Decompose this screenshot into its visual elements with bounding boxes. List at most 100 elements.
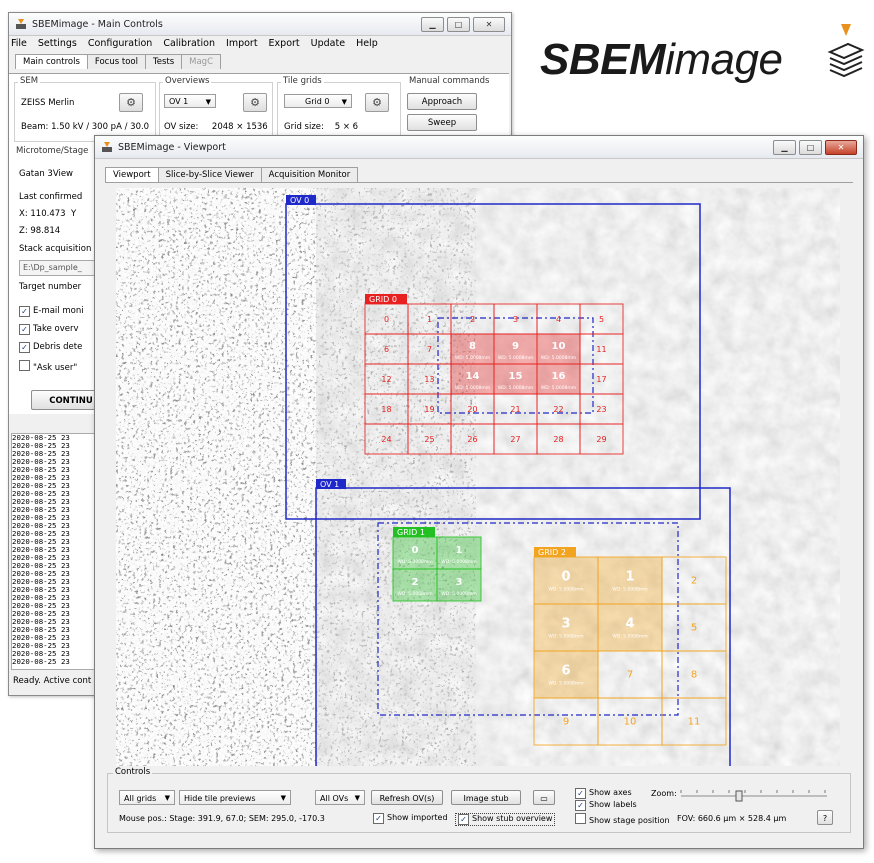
measure-ruler-icon[interactable]: ▭ xyxy=(533,790,555,805)
grid0-tile-number-6: 6 xyxy=(384,345,389,354)
grids-filter-select[interactable]: All grids xyxy=(119,790,175,806)
ovs-filter-select[interactable]: All OVs xyxy=(315,790,365,806)
grid0-tile-number-10: 10 xyxy=(552,341,566,352)
menu-configuration[interactable]: Configuration xyxy=(88,38,152,49)
image-stub-button[interactable]: Image stub xyxy=(451,790,521,805)
show-stage-position-checkbox[interactable]: Show stage position xyxy=(575,813,670,825)
ov-1-label: OV 1 xyxy=(320,480,339,489)
grid-2-label: GRID 2 xyxy=(538,548,566,557)
grid0-tile-number-29: 29 xyxy=(596,435,606,444)
sbemimage-logo: SBEMimage xyxy=(540,35,783,85)
grid2-tile-number-10: 10 xyxy=(624,717,637,728)
checkbox-email-monitoring[interactable]: ✓ E-mail moni xyxy=(19,306,84,317)
show-axes-checkbox[interactable]: ✓ Show axes xyxy=(575,788,632,799)
grid0-tile-number-12: 12 xyxy=(381,375,391,384)
tab-viewport[interactable]: Viewport xyxy=(105,167,159,182)
vp-maximize-button[interactable]: □ xyxy=(799,140,822,155)
sweep-button[interactable]: Sweep xyxy=(407,114,477,131)
grid2-tile-wd-1: WD: 5.0008mm xyxy=(612,587,647,593)
grid0-tile-number-9: 9 xyxy=(512,341,519,352)
menu-settings[interactable]: Settings xyxy=(38,38,77,49)
grid0-tile-wd-9: WD: 5.0008mm xyxy=(498,355,533,361)
vp-close-button[interactable]: ✕ xyxy=(825,140,857,155)
checkbox-debris-detection[interactable]: ✓ Debris dete xyxy=(19,342,82,353)
viewport-app-icon xyxy=(101,141,113,153)
checkbox-3-box[interactable] xyxy=(19,360,30,371)
ov-settings-gear-icon[interactable]: ⚙ xyxy=(243,93,267,112)
show-stub-overview-label: Show stub overview xyxy=(472,814,553,823)
ov-select[interactable]: OV 1 xyxy=(164,94,216,109)
tab-magc[interactable]: MagC xyxy=(181,54,222,69)
controls-title: Controls xyxy=(113,767,153,777)
show-imported-box[interactable]: ✓ xyxy=(373,813,384,824)
grid2-tile-number-11: 11 xyxy=(688,717,701,728)
grid1-tile-number-1: 1 xyxy=(456,545,463,556)
grid1-tile-wd-2: WD: 5.0008mm xyxy=(397,591,432,597)
checkbox-1-box[interactable]: ✓ xyxy=(19,324,30,335)
show-stub-overview-box[interactable]: ✓ xyxy=(458,814,469,825)
grid-0-label: GRID 0 xyxy=(369,295,397,304)
grid0-tile-wd-8: WD: 5.0008mm xyxy=(455,355,490,361)
tab-tests[interactable]: Tests xyxy=(144,54,183,69)
target-number-label: Target number xyxy=(19,282,82,292)
menu-calibration[interactable]: Calibration xyxy=(163,38,215,49)
menu-help[interactable]: Help xyxy=(356,38,378,49)
menu-import[interactable]: Import xyxy=(226,38,258,49)
grid0-tile-number-5: 5 xyxy=(599,315,604,324)
sem-settings-gear-icon[interactable]: ⚙ xyxy=(119,93,143,112)
grid0-tile-number-8: 8 xyxy=(469,341,476,352)
zoom-slider[interactable] xyxy=(679,788,829,802)
stage-z: Z: 98.814 xyxy=(19,226,61,236)
mouse-position-readout: Mouse pos.: Stage: 391.9, 67.0; SEM: 295… xyxy=(119,814,325,823)
approach-button[interactable]: Approach xyxy=(407,93,477,110)
tab-focus-tool[interactable]: Focus tool xyxy=(86,54,146,69)
menu-update[interactable]: Update xyxy=(311,38,345,49)
checkbox-1-label: Take overv xyxy=(33,324,79,334)
maximize-button[interactable]: □ xyxy=(447,17,470,32)
show-labels-checkbox[interactable]: ✓ Show labels xyxy=(575,800,637,811)
grid0-tile-number-28: 28 xyxy=(553,435,563,444)
stack-path-input[interactable]: E:\Dp_sample_ xyxy=(19,260,104,276)
tab-slice-by-slice[interactable]: Slice-by-Slice Viewer xyxy=(157,167,262,182)
vp-minimize-button[interactable]: ▁ xyxy=(773,140,796,155)
grid0-tile-number-11: 11 xyxy=(596,345,606,354)
grid-size-label: Grid size: xyxy=(284,122,324,132)
grid2-tile-wd-4: WD: 5.0008mm xyxy=(612,634,647,640)
viewport-titlebar: SBEMimage - Viewport ▁ □ ✕ xyxy=(95,136,863,159)
tab-main-controls[interactable]: Main controls xyxy=(15,54,88,69)
show-stage-position-box[interactable] xyxy=(575,813,586,824)
show-labels-box[interactable]: ✓ xyxy=(575,800,586,811)
grid2-tile-number-1: 1 xyxy=(625,570,634,585)
logo-italic-text: image xyxy=(665,35,783,84)
checkbox-ask-user[interactable]: "Ask user" xyxy=(19,360,77,373)
tab-divider xyxy=(105,182,853,183)
viewport-canvas[interactable]: OV 0 OV 1 0 1 2 3 4 5 6 7 8 WD: 5.0008mm 9 WD: 5.0008… xyxy=(116,188,840,766)
menu-export[interactable]: Export xyxy=(269,38,300,49)
grid-select[interactable]: Grid 0 xyxy=(284,94,352,109)
grid2-tile-number-3: 3 xyxy=(561,617,570,632)
viewport-image[interactable]: OV 0OV 10 1 2 3 4 56 7 8WD: 5.0008mm9WD: 5.0008… xyxy=(116,188,840,766)
grid0-tile-number-27: 27 xyxy=(510,435,520,444)
grid-settings-gear-icon[interactable]: ⚙ xyxy=(365,93,389,112)
menu-file[interactable]: File xyxy=(11,38,27,49)
grid0-tile-number-22: 22 xyxy=(553,405,563,414)
tile-previews-select[interactable]: Hide tile previews xyxy=(179,790,291,806)
help-button[interactable]: ? xyxy=(817,810,833,825)
grid2-tile-number-2: 2 xyxy=(691,576,697,587)
show-stub-overview-checkbox[interactable]: ✓ Show stub overview xyxy=(455,813,556,826)
show-axes-box[interactable]: ✓ xyxy=(575,788,586,799)
close-button[interactable]: ✕ xyxy=(473,17,505,32)
logo-bold-text: SBEM xyxy=(540,35,666,84)
minimize-button[interactable]: ▁ xyxy=(421,17,444,32)
show-imported-checkbox[interactable]: ✓ Show imported xyxy=(373,813,448,824)
grid0-tile-number-14: 14 xyxy=(466,371,480,382)
refresh-ov-button[interactable]: Refresh OV(s) xyxy=(371,790,443,805)
stage-y: Y xyxy=(70,209,77,219)
grid2-tile-wd-6: WD: 5.0008mm xyxy=(548,681,583,687)
checkbox-take-overviews[interactable]: ✓ Take overv xyxy=(19,324,79,335)
tab-acquisition-monitor[interactable]: Acquisition Monitor xyxy=(260,167,359,182)
show-axes-label: Show axes xyxy=(589,788,632,797)
checkbox-2-box[interactable]: ✓ xyxy=(19,342,30,353)
checkbox-0-box[interactable]: ✓ xyxy=(19,306,30,317)
viewport-window: SBEMimage - Viewport ▁ □ ✕ Viewport Slic… xyxy=(94,135,864,849)
